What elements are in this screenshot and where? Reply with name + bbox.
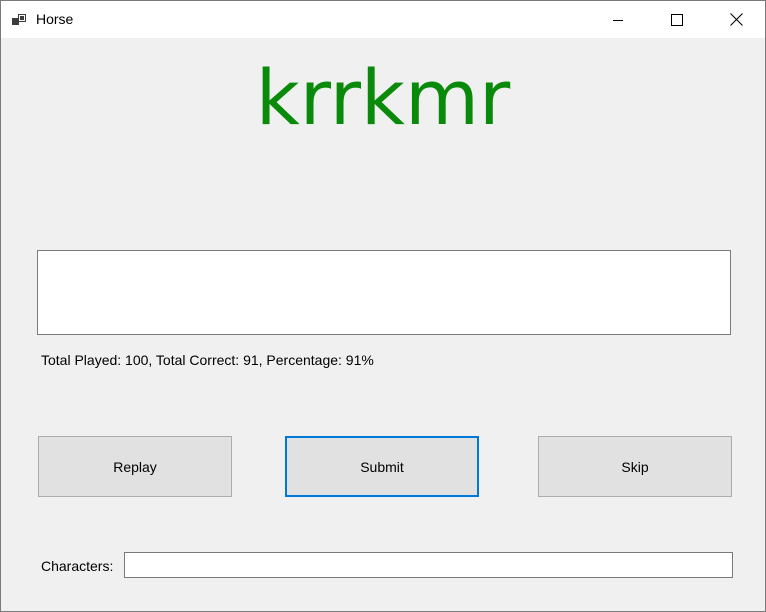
close-icon	[729, 13, 743, 26]
maximize-button[interactable]	[648, 1, 706, 38]
close-button[interactable]	[707, 1, 765, 38]
minimize-icon	[613, 19, 623, 21]
title-bar[interactable]: Horse	[1, 1, 765, 38]
submit-button[interactable]: Submit	[285, 436, 479, 497]
maximize-icon	[671, 13, 683, 26]
app-window-icon	[12, 14, 26, 25]
display-word: krrkmr	[255, 53, 511, 142]
characters-input[interactable]	[124, 552, 733, 578]
window-title: Horse	[36, 11, 74, 27]
minimize-button[interactable]	[589, 1, 647, 38]
app-window: Horse krrkmr Total Played: 100, Total Co…	[0, 0, 766, 612]
stats-label: Total Played: 100, Total Correct: 91, Pe…	[41, 352, 374, 368]
replay-button[interactable]: Replay	[38, 436, 232, 497]
skip-button[interactable]: Skip	[538, 436, 732, 497]
answer-textbox[interactable]	[37, 250, 731, 335]
characters-label: Characters:	[41, 558, 114, 574]
